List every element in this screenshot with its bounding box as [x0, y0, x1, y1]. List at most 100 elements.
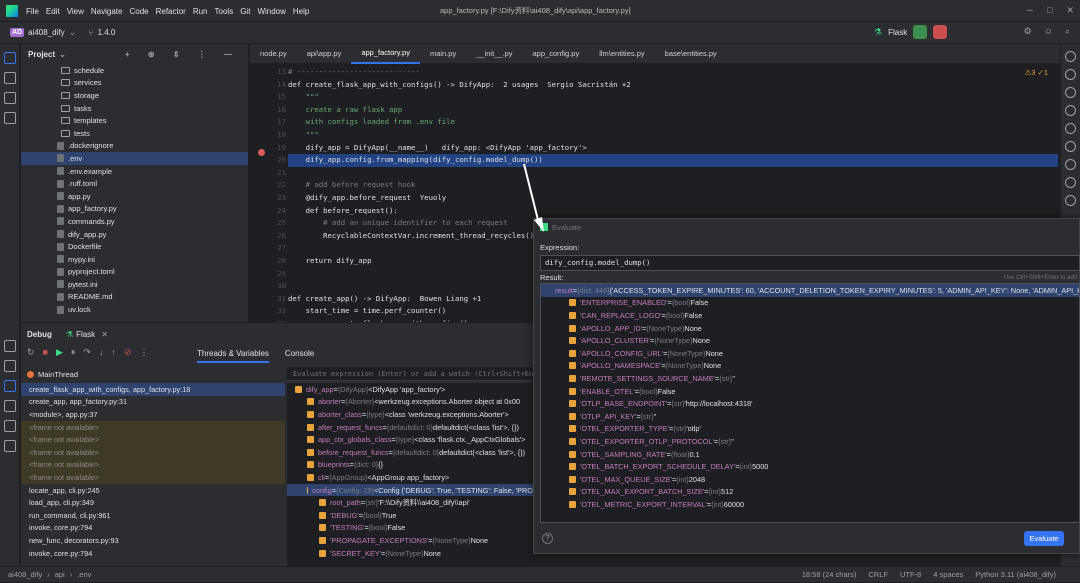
stack-frame[interactable]: create_app, app_factory.py:31: [21, 396, 285, 409]
step-into-icon[interactable]: ↓: [99, 347, 104, 358]
stack-frame[interactable]: invoke, core.py:794: [21, 547, 285, 560]
editor-tab[interactable]: node.py: [250, 44, 297, 64]
stack-frame[interactable]: run_command, cli.py:961: [21, 509, 285, 522]
tree-item[interactable]: .ruff.toml: [21, 177, 248, 190]
rerun-button[interactable]: [913, 25, 928, 39]
tab-threads-variables[interactable]: Threads & Variables: [197, 349, 269, 363]
tree-item[interactable]: pytest.ini: [21, 278, 248, 291]
account-icon[interactable]: ☺: [1044, 26, 1053, 37]
panel-actions[interactable]: + ⊕ ⇕ ⋮ —: [125, 50, 240, 59]
coverage-icon[interactable]: [1065, 177, 1076, 188]
tree-item[interactable]: commands.py: [21, 215, 248, 228]
variable-row[interactable]: after_request_funcs = {defaultdict: 0} d…: [287, 421, 533, 434]
close-icon[interactable]: ✕: [101, 330, 108, 339]
expression-input[interactable]: dify_config.model_dump(): [540, 255, 1080, 271]
services-icon[interactable]: [4, 360, 16, 372]
file-encoding[interactable]: UTF-8: [900, 570, 921, 579]
stack-frame[interactable]: <frame not available>: [21, 445, 285, 459]
variable-row[interactable]: 'DEBUG' = {bool} True: [287, 509, 533, 522]
tree-item[interactable]: templates: [21, 114, 248, 127]
json-icon[interactable]: [1065, 87, 1076, 98]
breakpoint-icon[interactable]: [258, 149, 265, 156]
variable-row[interactable]: cli = {AppGroup} <AppGroup app_factory>: [287, 471, 533, 484]
breadcrumb-file[interactable]: .env: [77, 570, 91, 579]
variable-row[interactable]: 'ENTERPRISE_ENABLED' = {bool} False: [541, 297, 1079, 310]
code-line[interactable]: @dify_app.before_request Yeuoly: [288, 192, 1058, 205]
code-line[interactable]: dify_app = DifyApp(__name__) dify_app: <…: [288, 142, 1058, 155]
stack-frame[interactable]: <frame not available>: [21, 471, 285, 484]
thread-selector[interactable]: MainThread: [21, 367, 285, 381]
maximize-icon[interactable]: □: [1047, 5, 1052, 16]
menu-help[interactable]: Help: [293, 7, 309, 16]
stack-frame[interactable]: load_app, cli.py:349: [21, 496, 285, 509]
variable-row[interactable]: result = {dict: 446} {'ACCESS_TOKEN_EXPI…: [541, 284, 1079, 297]
tree-item[interactable]: mypy.ini: [21, 253, 248, 266]
variable-row[interactable]: root_path = {str} 'F:\\Dify资料\\ai408_dif…: [287, 496, 533, 509]
evaluate-button[interactable]: Evaluate: [1024, 531, 1064, 546]
search-icon[interactable]: ⌕: [1065, 26, 1070, 37]
menu-code[interactable]: Code: [129, 7, 148, 16]
variable-row[interactable]: dify_app = {DifyApp} <DifyApp 'app_facto…: [287, 383, 533, 396]
variable-row[interactable]: 'OTEL_EXPORTER_OTLP_PROTOCOL' = {str} '': [541, 435, 1079, 448]
editor-tab[interactable]: app_config.py: [523, 44, 590, 64]
rerun-icon[interactable]: ↻: [27, 347, 35, 358]
breadcrumb-root[interactable]: ai408_dify: [8, 570, 42, 579]
help-button[interactable]: ?: [542, 533, 553, 544]
structure-icon[interactable]: [4, 92, 16, 104]
pause-icon[interactable]: ⏸: [71, 347, 76, 358]
stack-frame[interactable]: <frame not available>: [21, 433, 285, 446]
editor-tab[interactable]: main.py: [420, 44, 466, 64]
code-line[interactable]: """: [288, 129, 1058, 142]
close-window-icon[interactable]: ✕: [1066, 5, 1074, 16]
variable-row[interactable]: 'APOLLO_CONFIG_URL' = {NoneType} None: [541, 347, 1079, 360]
variable-row[interactable]: 'OTLP_BASE_ENDPOINT' = {str} 'http://loc…: [541, 397, 1079, 410]
code-line[interactable]: # add before request hook: [288, 179, 1058, 192]
stack-frame[interactable]: new_func, decorators.py:93: [21, 534, 285, 547]
database-icon[interactable]: [1065, 105, 1076, 116]
variable-row[interactable]: 'OTLP_API_KEY' = {str} '': [541, 410, 1079, 423]
tree-item[interactable]: Dockerfile: [21, 240, 248, 253]
tree-item[interactable]: schedule: [21, 64, 248, 77]
debug-tool-icon[interactable]: [4, 380, 16, 392]
menu-tools[interactable]: Tools: [215, 7, 234, 16]
variable-row[interactable]: 'OTEL_SAMPLING_RATE' = {float} 0.1: [541, 448, 1079, 461]
tree-item[interactable]: app_factory.py: [21, 203, 248, 216]
code-line[interactable]: with configs loaded from .env file: [288, 116, 1058, 129]
menu-view[interactable]: View: [67, 7, 84, 16]
editor-tab[interactable]: app_factory.py: [351, 44, 420, 64]
stop-icon[interactable]: ■: [43, 347, 48, 358]
vcs-branch[interactable]: 1.4.0: [98, 28, 116, 37]
tree-item[interactable]: services: [21, 77, 248, 90]
code-line[interactable]: dify_app.config.from_mapping(dify_config…: [288, 154, 1058, 167]
stack-frame[interactable]: <frame not available>: [21, 458, 285, 472]
commit-icon[interactable]: [4, 72, 16, 84]
mute-breakpoints-icon[interactable]: ⊘: [124, 347, 132, 358]
step-over-icon[interactable]: ↷: [83, 347, 91, 358]
debug-config-tab[interactable]: Flask: [76, 330, 95, 339]
project-panel-title[interactable]: Project: [28, 50, 55, 59]
tree-item[interactable]: tests: [21, 127, 248, 140]
variable-row[interactable]: aborter_class = {type} <class 'werkzeug.…: [287, 408, 533, 421]
watch-expression-input[interactable]: Evaluate expression (Enter) or add a wat…: [287, 367, 533, 381]
variable-row[interactable]: 'OTEL_BATCH_EXPORT_SCHEDULE_DELAY' = {in…: [541, 460, 1079, 473]
editor-tab[interactable]: __init__.py: [466, 44, 522, 64]
tree-item[interactable]: tasks: [21, 102, 248, 115]
stop-button[interactable]: [933, 25, 948, 39]
tree-item[interactable]: uv.lock: [21, 303, 248, 316]
menu-git[interactable]: Git: [240, 7, 250, 16]
code-line[interactable]: """: [288, 91, 1058, 104]
variable-row[interactable]: 'ENABLE_OTEL' = {bool} False: [541, 385, 1079, 398]
code-line[interactable]: def before_request():: [288, 205, 1058, 218]
project-badge[interactable]: AD: [10, 28, 25, 37]
tree-item[interactable]: app.py: [21, 190, 248, 203]
breadcrumb-api[interactable]: api: [55, 570, 65, 579]
variable-row[interactable]: 'OTEL_MAX_QUEUE_SIZE' = {int} 2048: [541, 473, 1079, 486]
editor-tab[interactable]: api\app.py: [297, 44, 352, 64]
variable-row[interactable]: 'APOLLO_CLUSTER' = {NoneType} None: [541, 334, 1079, 347]
menu-window[interactable]: Window: [257, 7, 285, 16]
variable-row[interactable]: 'OTEL_EXPORTER_TYPE' = {str} 'otlp': [541, 423, 1079, 436]
variable-row[interactable]: app_ctx_globals_class = {type} <class 'f…: [287, 433, 533, 446]
tree-item[interactable]: pyproject.toml: [21, 266, 248, 279]
tree-item[interactable]: .env.example: [21, 165, 248, 178]
editor-tab[interactable]: base\entities.py: [655, 44, 727, 64]
